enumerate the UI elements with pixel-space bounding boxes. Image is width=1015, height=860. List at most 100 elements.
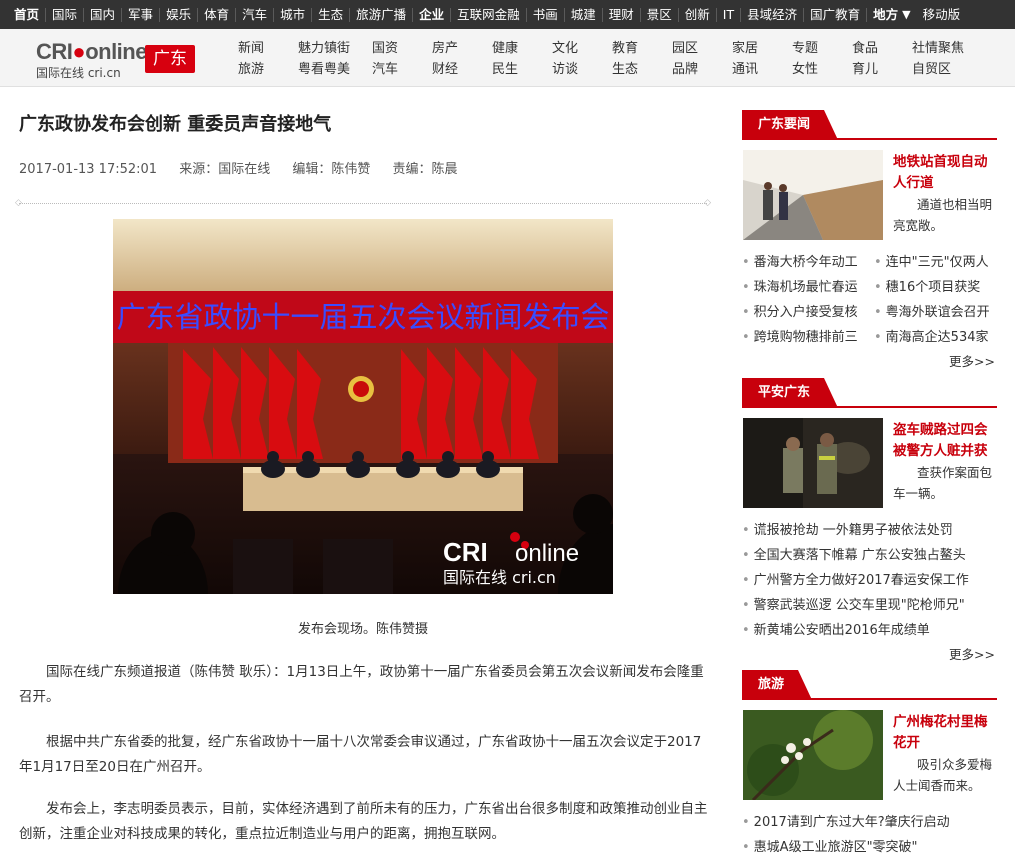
subnav-telecom[interactable]: 通讯 — [732, 58, 792, 79]
news-list: • 番海大桥今年动工 • 连中"三元"仅两人 • 珠海机场最忙春运 • 穗16个项目获奖… — [742, 250, 997, 350]
nav-it[interactable]: IT — [717, 7, 742, 22]
news-link[interactable]: 全国大赛落下帷幕 广东公安独占鳌头 — [754, 543, 966, 568]
subnav-ecology[interactable]: 生态 — [612, 58, 672, 79]
article-editor: 编辑：陈伟赞 — [292, 162, 371, 177]
more-link[interactable]: 更多>> — [742, 643, 997, 667]
news-link[interactable]: 2017请到广东过大年?肇庆行启动 — [754, 810, 950, 835]
cri-logo[interactable]: CRI●online 国际在线 cri.cn — [36, 37, 147, 81]
subnav-interview[interactable]: 访谈 — [552, 58, 612, 79]
news-link[interactable]: 谎报被抢劫 一外籍男子被依法处罚 — [754, 518, 953, 543]
news-link[interactable]: 番海大桥今年动工 — [754, 255, 858, 270]
bullet-icon: • — [742, 255, 750, 270]
feature-title[interactable]: 地铁站首现自动人行道 — [893, 152, 997, 194]
subnav-finance[interactable]: 财经 — [432, 58, 492, 79]
news-link[interactable]: 积分入户接受复核 — [754, 305, 858, 320]
feature-title[interactable]: 广州梅花村里梅花开 — [893, 712, 997, 754]
news-link[interactable]: 惠城A级工业旅游区"零突破" — [754, 835, 918, 860]
feature-thumbnail[interactable] — [743, 418, 883, 508]
nav-military[interactable]: 军事 — [122, 7, 161, 22]
subnav-food[interactable]: 食品 — [852, 37, 912, 58]
feature-title[interactable]: 盗车贼路过四会被警方人赃并获 — [893, 420, 997, 462]
article-photo: 广东省政协十一届五次会议新闻发布会 CRI online 国际在线 cri.cn — [113, 219, 613, 594]
nav-auto[interactable]: 汽车 — [236, 7, 275, 22]
subnav-home[interactable]: 家居 — [732, 37, 792, 58]
watermark-cri: CRI — [443, 537, 488, 567]
section-header: 广东要闻 — [742, 110, 997, 140]
nav-education[interactable]: 国广教育 — [804, 7, 868, 22]
news-link[interactable]: 跨境购物穗排前三 — [754, 330, 858, 345]
nav-urban-construction[interactable]: 城建 — [565, 7, 603, 22]
bullet-icon: • — [742, 523, 750, 538]
subnav-parks[interactable]: 园区 — [672, 37, 732, 58]
nav-internet-finance[interactable]: 互联网金融 — [451, 7, 527, 22]
list-item: • 跨境购物穗排前三 • 南海高企达534家 — [742, 325, 997, 350]
sidebar-safe-guangdong: 平安广东 盗车贼路过四会被警方人赃并获 查获作案面包车一辆。 • 谎报被抢劫 一外… — [742, 378, 997, 667]
subnav-ftz[interactable]: 自贸区 — [912, 58, 972, 79]
news-link[interactable]: 珠海机场最忙春运 — [754, 280, 858, 295]
bullet-icon: • — [742, 548, 750, 563]
subnav-topics[interactable]: 专题 — [792, 37, 852, 58]
watermark-subtitle: 国际在线 cri.cn — [443, 568, 556, 587]
subnav-real-estate[interactable]: 房产 — [432, 37, 492, 58]
nav-city[interactable]: 城市 — [274, 7, 313, 22]
feature-story: 盗车贼路过四会被警方人赃并获 查获作案面包车一辆。 — [742, 418, 997, 510]
list-item: • 全国大赛落下帷幕 广东公安独占鳌头 — [742, 543, 997, 568]
subnav-parenting[interactable]: 育儿 — [852, 58, 912, 79]
nav-county-economy[interactable]: 县域经济 — [741, 7, 805, 22]
dropdown-triangle-icon[interactable]: ▼ — [902, 8, 910, 21]
subnav-beauty[interactable]: 粤看粤美 — [298, 58, 372, 79]
nav-finance[interactable]: 理财 — [603, 7, 641, 22]
feature-description: 吸引众多爱梅人士闻香而来。 — [893, 757, 993, 793]
section-tab[interactable]: 平安广东 — [742, 378, 839, 408]
nav-local[interactable]: 地方 — [867, 7, 904, 22]
sidebar-travel: 旅游 广州梅花村里梅花开 吸引众多爱梅人士闻香而来。 • 2017请到广东过大年?… — [742, 670, 997, 860]
nav-home[interactable]: 首页 — [8, 7, 47, 22]
nav-enterprise[interactable]: 企业 — [413, 7, 452, 22]
subnav-travel[interactable]: 旅游 — [238, 58, 298, 79]
nav-travel-radio[interactable]: 旅游广播 — [350, 7, 414, 22]
bullet-icon: • — [742, 598, 750, 613]
section-tab[interactable]: 旅游 — [742, 670, 813, 700]
nav-ecology[interactable]: 生态 — [312, 7, 351, 22]
list-item: • 惠城A级工业旅游区"零突破" — [742, 835, 997, 860]
subnav-social[interactable]: 社情聚焦 — [912, 37, 972, 58]
subnav-auto[interactable]: 汽车 — [372, 58, 432, 79]
subnav-women[interactable]: 女性 — [792, 58, 852, 79]
logo-wordmark: CRI●online — [36, 39, 147, 64]
subnav-charm-towns[interactable]: 魅力镇街 — [298, 37, 372, 58]
subnav-news[interactable]: 新闻 — [238, 37, 298, 58]
nav-mobile[interactable]: 移动版 — [917, 7, 967, 22]
channel-subnav: 新闻 旅游 魅力镇街 粤看粤美 国资 汽车 房产 财经 健康 民生 文化 访谈 … — [238, 37, 972, 79]
subnav-health[interactable]: 健康 — [492, 37, 552, 58]
nav-calligraphy[interactable]: 书画 — [527, 7, 565, 22]
bullet-icon: • — [742, 280, 750, 295]
subnav-culture[interactable]: 文化 — [552, 37, 612, 58]
news-link[interactable]: 警察武装巡逻 公交车里现"陀枪师兄" — [754, 593, 965, 618]
nav-innovation[interactable]: 创新 — [679, 7, 717, 22]
divider-right-arrow-icon: ◇ — [704, 198, 711, 208]
news-link[interactable]: 连中"三元"仅两人 — [886, 255, 989, 270]
nav-international[interactable]: 国际 — [46, 7, 85, 22]
nav-entertainment[interactable]: 娱乐 — [160, 7, 199, 22]
news-link[interactable]: 南海高企达534家 — [886, 330, 989, 345]
news-link[interactable]: 新黄埔公安晒出2016年成绩单 — [754, 618, 930, 643]
feature-story: 地铁站首现自动人行道 通道也相当明亮宽敞。 — [742, 150, 997, 242]
feature-thumbnail[interactable] — [743, 150, 883, 240]
logo-subtitle: 国际在线 cri.cn — [36, 66, 121, 80]
subnav-education[interactable]: 教育 — [612, 37, 672, 58]
subnav-state-assets[interactable]: 国资 — [372, 37, 432, 58]
region-badge[interactable]: 广东 — [145, 45, 195, 73]
nav-scenic[interactable]: 景区 — [641, 7, 679, 22]
subnav-livelihood[interactable]: 民生 — [492, 58, 552, 79]
section-tab[interactable]: 广东要闻 — [742, 110, 839, 140]
news-link[interactable]: 穗16个项目获奖 — [886, 280, 981, 295]
news-link[interactable]: 广州警方全力做好2017春运安保工作 — [754, 568, 969, 593]
bullet-icon: • — [742, 815, 750, 830]
more-link[interactable]: 更多>> — [742, 350, 997, 374]
nav-domestic[interactable]: 国内 — [84, 7, 123, 22]
nav-sports[interactable]: 体育 — [198, 7, 237, 22]
subnav-brands[interactable]: 品牌 — [672, 58, 732, 79]
feature-thumbnail[interactable] — [743, 710, 883, 800]
news-link[interactable]: 粤海外联谊会召开 — [886, 305, 990, 320]
watermark-online: online — [515, 540, 579, 567]
